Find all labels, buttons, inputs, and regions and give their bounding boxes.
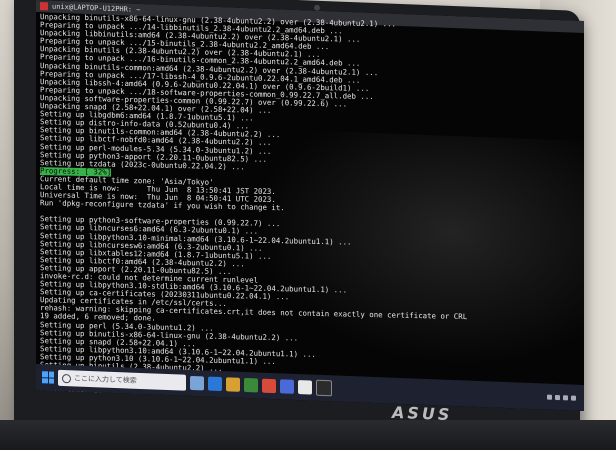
taskbar-search[interactable]: ここに入力して検索 bbox=[58, 369, 186, 391]
terminal-output[interactable]: Unpacking binutils-x86-64-linux-gnu (2.3… bbox=[40, 13, 580, 406]
chrome-icon[interactable] bbox=[298, 380, 312, 395]
explorer-icon[interactable] bbox=[226, 377, 240, 392]
terminal-taskbar-icon[interactable] bbox=[316, 379, 332, 397]
store-icon[interactable] bbox=[280, 379, 294, 394]
office-icon[interactable] bbox=[262, 378, 276, 394]
edge-icon[interactable] bbox=[208, 376, 222, 392]
system-tray[interactable] bbox=[547, 394, 576, 401]
search-icon bbox=[62, 373, 71, 383]
laptop-screen: unix@LAPTOP-U12PHR: ~ Unpacking binutils… bbox=[36, 0, 584, 412]
minecraft-icon[interactable] bbox=[244, 377, 258, 393]
laptop-bezel: unix@LAPTOP-U12PHR: ~ Unpacking binutils… bbox=[14, 0, 584, 449]
keyboard-deck bbox=[0, 420, 616, 450]
task-view-icon[interactable] bbox=[190, 375, 204, 391]
windows-start-icon[interactable] bbox=[42, 371, 54, 384]
window-title: unix@LAPTOP-U12PHR: ~ bbox=[52, 2, 141, 14]
terminal-app-icon bbox=[40, 2, 48, 11]
search-placeholder: ここに入力して検索 bbox=[74, 374, 137, 385]
